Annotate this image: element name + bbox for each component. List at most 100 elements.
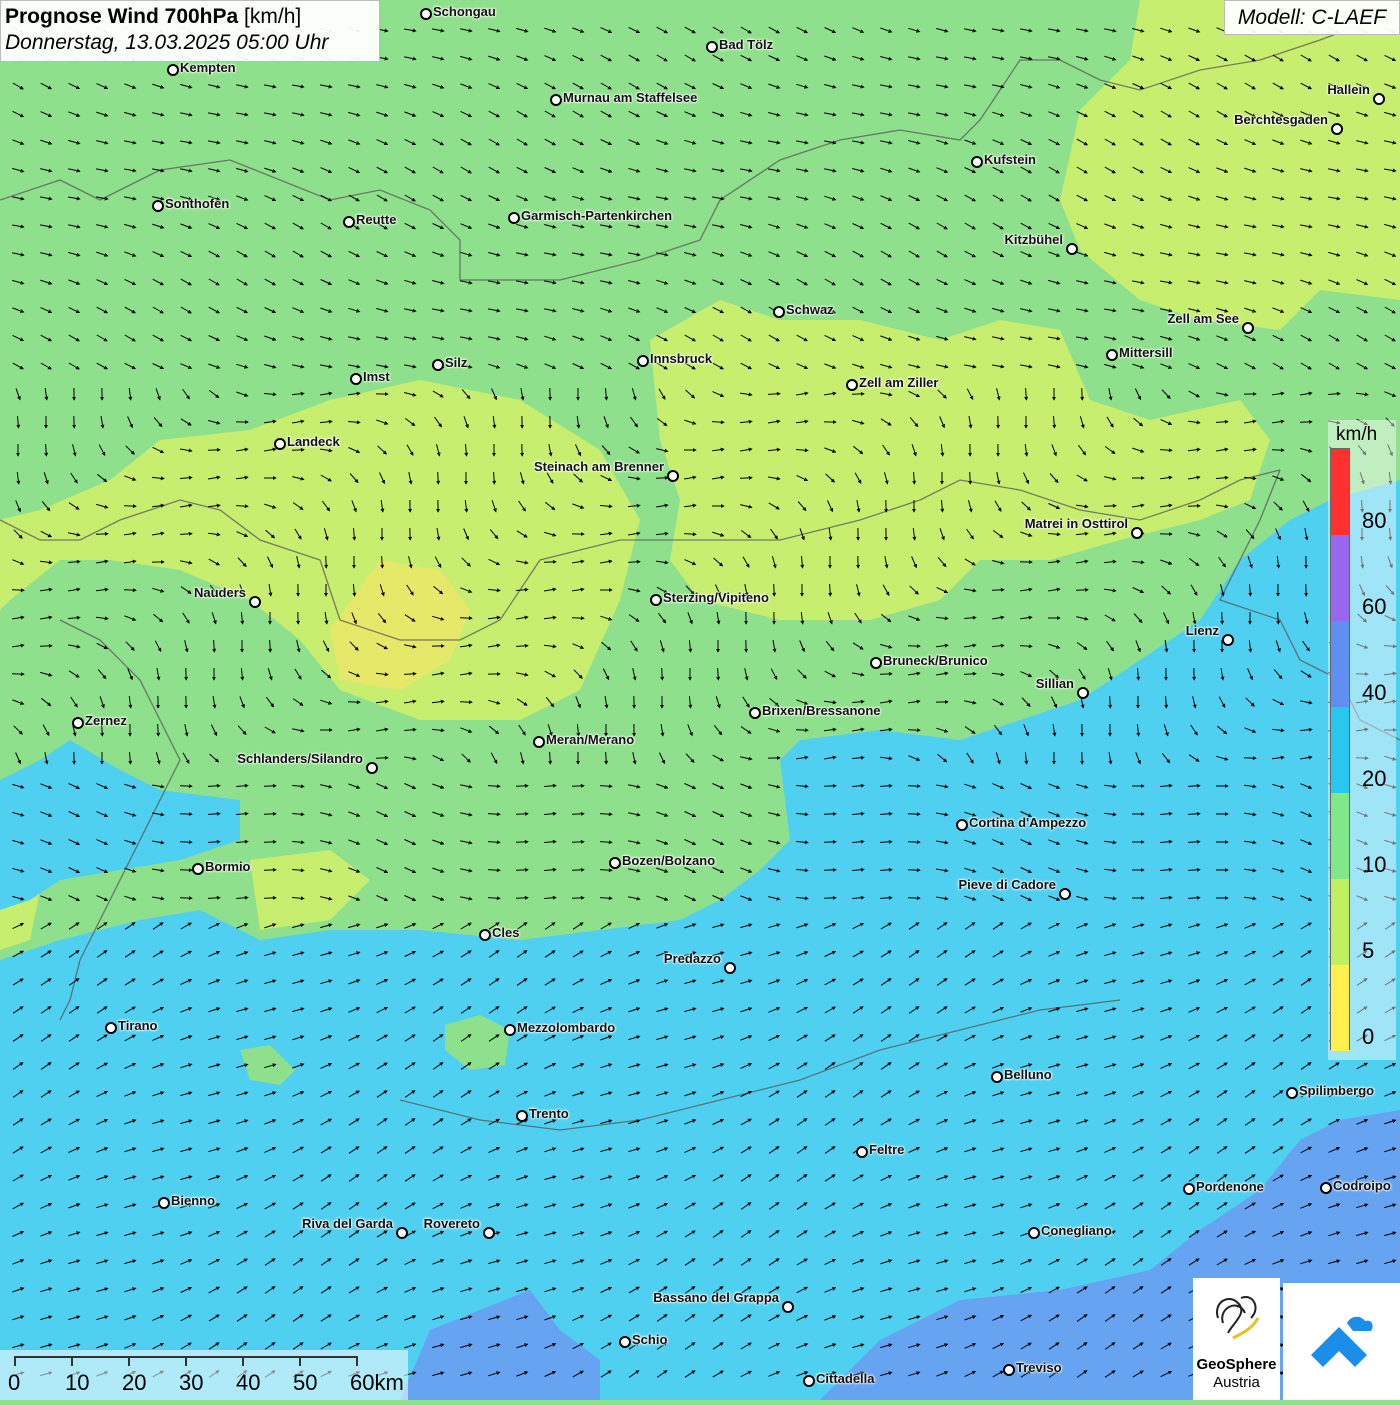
- city-label: Bad Tölz: [719, 37, 773, 52]
- city-label: Berchtesgaden: [1234, 112, 1328, 127]
- city-marker-icon: [846, 379, 858, 391]
- scale-label: 0: [8, 1370, 20, 1396]
- city-label: Bormio: [205, 859, 251, 874]
- scale-tick: [71, 1356, 73, 1366]
- wind-arrow-icon: [606, 752, 607, 764]
- wind-arrow-icon: [516, 786, 528, 787]
- city-label: Rovereto: [424, 1216, 480, 1231]
- city-marker-icon: [350, 373, 362, 385]
- wind-arrow-icon: [12, 590, 24, 591]
- wind-arrow-icon: [1076, 590, 1088, 591]
- city-marker-icon: [479, 929, 491, 941]
- wind-arrow-icon: [774, 584, 775, 596]
- wind-arrow-icon: [572, 618, 584, 619]
- color-legend: km/h 806040201050: [1328, 420, 1390, 1060]
- legend-label: 0: [1362, 1024, 1374, 1050]
- city-label: Steinach am Brenner: [534, 459, 664, 474]
- legend-label: 10: [1362, 852, 1386, 878]
- city-marker-icon: [1183, 1183, 1195, 1195]
- scale-label: 60km: [350, 1370, 404, 1396]
- city-marker-icon: [516, 1110, 528, 1122]
- city-marker-icon: [1077, 687, 1089, 699]
- legend-segment: [1331, 879, 1349, 965]
- city-marker-icon: [167, 64, 179, 76]
- city-label: Landeck: [287, 434, 340, 449]
- title-box: Prognose Wind 700hPa [km/h] Donnerstag, …: [0, 0, 380, 62]
- wind-arrow-icon: [572, 898, 584, 899]
- city-marker-icon: [782, 1301, 794, 1313]
- wind-arrow-icon: [438, 472, 439, 484]
- legend-segment: [1331, 793, 1349, 879]
- wind-arrow-icon: [348, 702, 360, 703]
- city-label: Innsbruck: [650, 351, 712, 366]
- wind-arrow-icon: [124, 590, 136, 591]
- city-label: Predazzo: [664, 951, 721, 966]
- legend-label: 20: [1362, 766, 1386, 792]
- city-marker-icon: [870, 657, 882, 669]
- geosphere-logo: GeoSphere Austria: [1193, 1278, 1280, 1400]
- city-label: Sonthofen: [165, 196, 229, 211]
- city-marker-icon: [1003, 1364, 1015, 1376]
- scale-tick: [185, 1356, 187, 1366]
- city-marker-icon: [609, 857, 621, 869]
- city-label: Cles: [492, 925, 519, 940]
- city-label: Conegliano: [1041, 1223, 1112, 1238]
- city-marker-icon: [396, 1227, 408, 1239]
- city-label: Murnau am Staffelsee: [563, 90, 697, 105]
- city-marker-icon: [637, 355, 649, 367]
- city-label: Zell am Ziller: [859, 375, 938, 390]
- wind-arrow-icon: [326, 556, 327, 568]
- city-label: Codroipo: [1333, 1178, 1391, 1193]
- scale-tick: [14, 1356, 16, 1366]
- forecast-datetime: Donnerstag, 13.03.2025 05:00 Uhr: [5, 30, 379, 56]
- geosphere-icon: [1193, 1278, 1280, 1360]
- city-marker-icon: [72, 717, 84, 729]
- legend-segment: [1331, 965, 1349, 1051]
- wind-arrow-icon: [572, 814, 584, 815]
- scale-tick: [242, 1356, 244, 1366]
- city-label: Lienz: [1186, 623, 1219, 638]
- wind-arrow-icon: [796, 730, 808, 731]
- cloud-arrow-icon: [1283, 1283, 1400, 1400]
- city-label: Zell am See: [1167, 311, 1239, 326]
- legend-color-bar: [1330, 448, 1350, 1050]
- city-label: Pieve di Cadore: [958, 877, 1056, 892]
- city-marker-icon: [533, 736, 545, 748]
- legend-unit: km/h: [1336, 424, 1377, 446]
- city-label: Kufstein: [984, 152, 1036, 167]
- wind-arrow-icon: [516, 842, 528, 843]
- city-marker-icon: [249, 596, 261, 608]
- city-marker-icon: [856, 1146, 868, 1158]
- wind-arrow-icon: [662, 668, 663, 680]
- city-label: Bassano del Grappa: [653, 1290, 779, 1305]
- wind-arrow-icon: [292, 450, 304, 451]
- wind-arrow-icon: [656, 478, 668, 479]
- city-marker-icon: [803, 1375, 815, 1387]
- city-label: Feltre: [869, 1142, 904, 1157]
- city-label: Bozen/Bolzano: [622, 853, 715, 868]
- scale-bar: 0102030405060km: [0, 1350, 408, 1400]
- wind-arrow-icon: [516, 814, 528, 815]
- city-marker-icon: [650, 594, 662, 606]
- wind-arrow-icon: [992, 590, 1004, 591]
- city-marker-icon: [432, 359, 444, 371]
- city-label: Imst: [363, 369, 390, 384]
- city-marker-icon: [1373, 93, 1385, 105]
- legend-label: 80: [1362, 508, 1386, 534]
- city-label: Mezzolombardo: [517, 1020, 615, 1035]
- legend-segment: [1331, 535, 1349, 621]
- city-label: Schio: [632, 1332, 667, 1347]
- city-marker-icon: [152, 200, 164, 212]
- model-label: Modell: C-LAEF: [1224, 0, 1400, 35]
- wind-arrow-icon: [1222, 612, 1223, 624]
- city-label: Sterzing/Vipiteno: [663, 590, 769, 605]
- city-label: Matrei in Osttirol: [1025, 516, 1128, 531]
- city-marker-icon: [105, 1022, 117, 1034]
- city-marker-icon: [1131, 527, 1143, 539]
- city-label: Schongau: [433, 4, 496, 19]
- city-marker-icon: [724, 962, 736, 974]
- city-label: Belluno: [1004, 1067, 1052, 1082]
- city-label: Meran/Merano: [546, 732, 634, 747]
- legend-segment: [1331, 621, 1349, 707]
- city-marker-icon: [483, 1227, 495, 1239]
